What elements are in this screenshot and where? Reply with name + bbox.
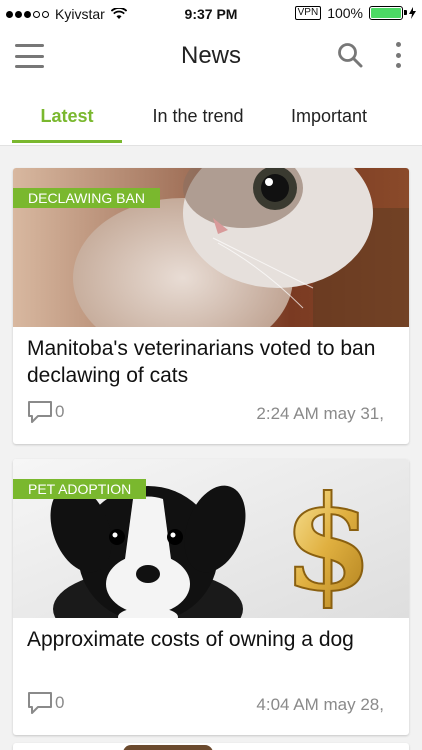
status-right: VPN 100% — [294, 5, 416, 21]
battery-percent: 100% — [327, 5, 363, 21]
comment-icon — [28, 401, 52, 423]
article-card[interactable]: DECLAWING BAN Manitoba's veterinarians v… — [13, 168, 409, 444]
tab-bar: Latest In the trend Important — [0, 86, 422, 146]
article-image-puppy: $ PET ADOPTION — [13, 459, 409, 618]
tab-important[interactable]: Important — [272, 86, 386, 146]
active-tab-indicator — [12, 140, 122, 143]
tab-in-the-trend[interactable]: In the trend — [137, 86, 259, 146]
article-timestamp: 2:24 AM may 31, — [256, 404, 384, 423]
article-card[interactable]: $ PET ADOPTION Approximate costs of owni… — [13, 459, 409, 735]
battery-icon — [369, 6, 407, 20]
search-icon[interactable] — [337, 42, 363, 68]
comment-count[interactable]: 0 — [27, 691, 64, 715]
status-bar: Kyivstar 9:37 PM VPN 100% — [0, 0, 422, 28]
article-card-partial[interactable] — [13, 743, 409, 750]
tab-latest[interactable]: Latest — [12, 86, 122, 146]
comment-count[interactable]: 0 — [27, 400, 64, 424]
category-badge: DECLAWING BAN — [13, 188, 160, 208]
article-title[interactable]: Approximate costs of owning a dog — [27, 626, 395, 653]
comment-count-value: 0 — [55, 693, 65, 712]
article-timestamp: 4:04 AM may 28, — [256, 695, 384, 714]
hamburger-menu-icon[interactable] — [15, 44, 44, 68]
comment-count-value: 0 — [55, 402, 65, 421]
svg-text:$: $ — [283, 467, 373, 618]
charging-icon — [409, 7, 416, 19]
article-image-cat: DECLAWING BAN — [13, 168, 409, 327]
article-title[interactable]: Manitoba's veterinarians voted to ban de… — [27, 335, 395, 389]
app-header: News — [0, 28, 422, 86]
comment-icon — [28, 692, 52, 714]
more-options-icon[interactable] — [390, 42, 406, 68]
article-image-partial — [123, 745, 213, 750]
vpn-badge: VPN — [294, 6, 322, 20]
category-badge: PET ADOPTION — [13, 479, 147, 499]
